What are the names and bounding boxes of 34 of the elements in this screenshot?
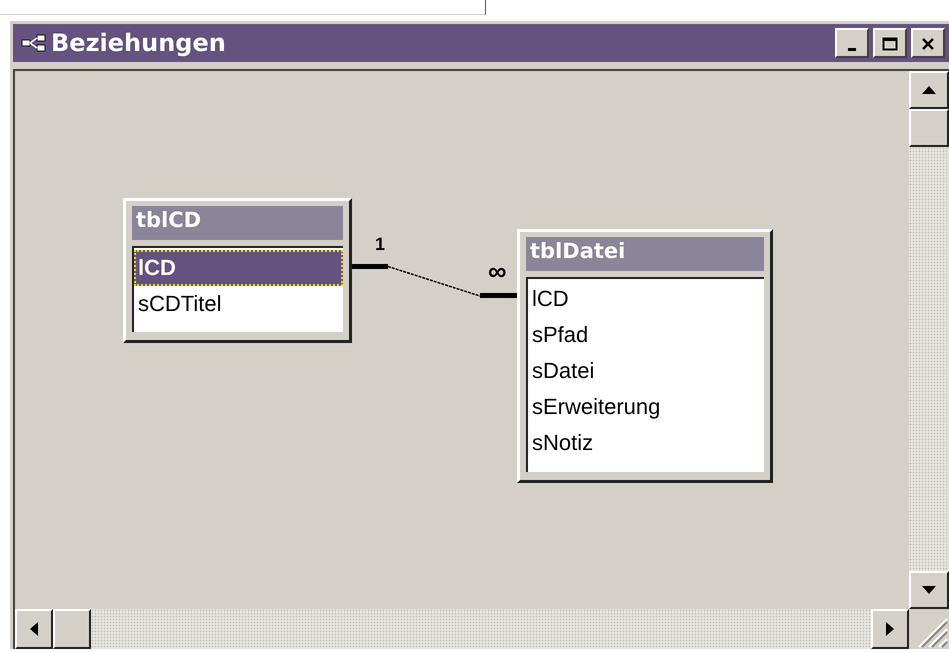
scroll-thumb[interactable] (53, 609, 91, 649)
relationship-line[interactable] (352, 264, 517, 298)
table-window[interactable]: tblCD lCD sCDTitel (123, 198, 352, 343)
table-name: tblCD (132, 206, 343, 240)
right-arrow-icon (885, 621, 895, 637)
left-arrow-icon (29, 621, 39, 637)
up-arrow-icon (921, 85, 937, 95)
vertical-scrollbar[interactable] (909, 71, 949, 609)
down-arrow-icon (921, 585, 937, 595)
table-name: tblDatei (526, 237, 764, 271)
close-icon (921, 37, 935, 51)
window-title: Beziehungen (51, 29, 227, 57)
relationships-icon (21, 34, 47, 52)
close-button[interactable] (911, 28, 945, 58)
maximize-icon (882, 37, 898, 51)
scroll-right-button[interactable] (871, 609, 909, 649)
horizontal-scrollbar[interactable] (15, 609, 909, 649)
table-window[interactable]: tblDatei lCD sPfad sDatei sErweiterung sNotiz (517, 229, 773, 483)
field-item[interactable]: sPfad (528, 317, 764, 353)
field-item[interactable]: lCD (134, 250, 343, 286)
field-item[interactable]: sErweiterung (528, 389, 764, 425)
scroll-up-button[interactable] (909, 71, 949, 109)
minimize-icon (848, 48, 856, 51)
maximize-button[interactable] (873, 28, 907, 58)
field-item[interactable]: sDatei (528, 353, 764, 389)
field-item[interactable]: lCD (528, 281, 764, 317)
scroll-thumb[interactable] (909, 109, 949, 147)
field-item[interactable]: sNotiz (528, 425, 764, 461)
cardinality-label: 1 (375, 234, 386, 254)
scroll-left-button[interactable] (15, 609, 53, 649)
minimize-button[interactable] (835, 28, 869, 58)
field-item[interactable]: sCDTitel (134, 286, 343, 322)
cardinality-label: ∞ (488, 261, 507, 281)
scroll-down-button[interactable] (909, 571, 949, 609)
